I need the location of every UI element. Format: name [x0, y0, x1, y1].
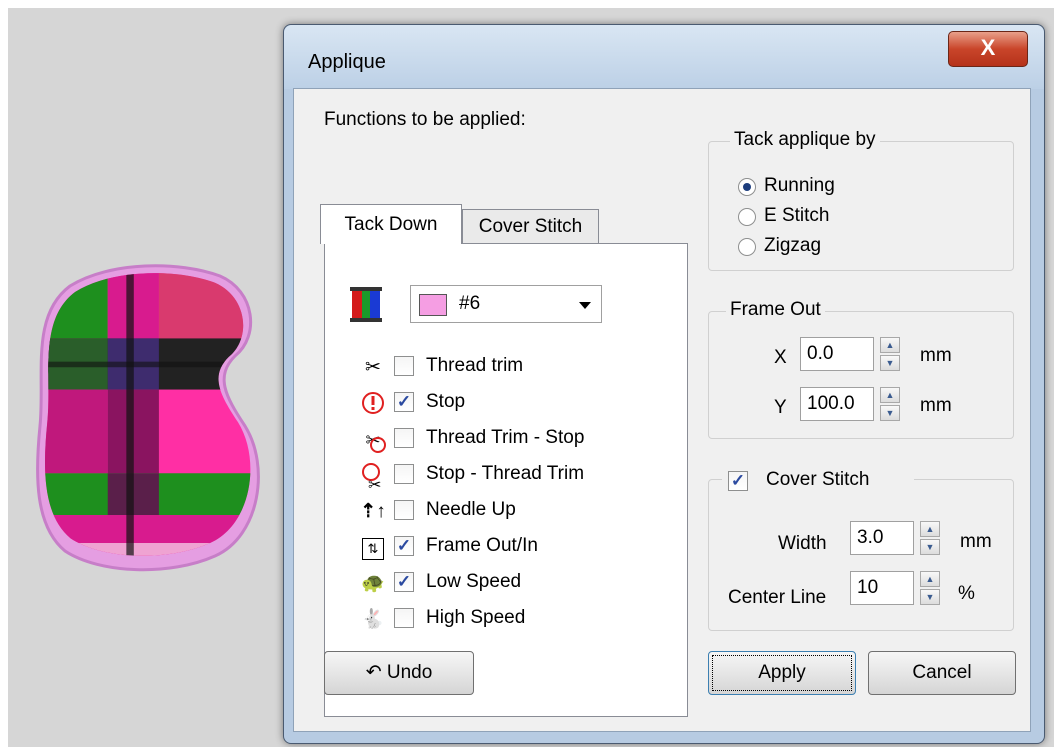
close-icon: X: [980, 35, 996, 60]
frame-out-x-input[interactable]: [800, 337, 874, 371]
spin-up-icon[interactable]: ▲: [920, 521, 940, 537]
width-label: Width: [778, 533, 827, 554]
checkbox-high-speed[interactable]: [394, 608, 414, 628]
spin-up-icon[interactable]: ▲: [920, 571, 940, 587]
function-label: Needle Up: [426, 499, 516, 520]
apply-button[interactable]: Apply: [708, 651, 856, 695]
undo-button[interactable]: ↶ Undo: [324, 651, 474, 695]
needle-up-icon: ⇡↑: [360, 501, 386, 522]
trim-stop-icon: ✂: [360, 427, 386, 453]
center-line-input[interactable]: [850, 571, 914, 605]
spin-up-icon[interactable]: ▲: [880, 387, 900, 403]
function-label: High Speed: [426, 607, 526, 628]
center-line-spinner[interactable]: ▲ ▼: [920, 571, 940, 605]
stop-icon: [360, 391, 386, 417]
frame-out-y-unit: mm: [920, 395, 952, 416]
applique-design[interactable]: [30, 256, 262, 578]
dialog-client-area: Functions to be applied: Tack Down Cover…: [293, 88, 1031, 732]
tack-applique-title: Tack applique by: [730, 129, 880, 151]
function-label: Thread Trim - Stop: [426, 427, 585, 448]
function-label: Low Speed: [426, 571, 522, 592]
frame-out-y-spinner[interactable]: ▲ ▼: [880, 387, 900, 421]
checkbox-stop[interactable]: ✓: [394, 392, 414, 412]
frame-out-y-input[interactable]: [800, 387, 874, 421]
stop-trim-icon: ✂: [360, 463, 386, 494]
width-unit: mm: [960, 531, 992, 552]
spin-down-icon[interactable]: ▼: [880, 355, 900, 371]
frame-out-x-spinner[interactable]: ▲ ▼: [880, 337, 900, 371]
close-button[interactable]: X: [948, 31, 1028, 67]
color-select[interactable]: #6: [410, 285, 602, 323]
tab-cover-stitch[interactable]: Cover Stitch: [462, 209, 599, 243]
color-swatch: [419, 294, 447, 316]
high-speed-icon: 🐇: [361, 609, 385, 630]
checkbox-thread-trim-stop[interactable]: [394, 428, 414, 448]
width-spinner[interactable]: ▲ ▼: [920, 521, 940, 555]
tab-cover-stitch-label: Cover Stitch: [478, 216, 583, 237]
cancel-label: Cancel: [912, 662, 972, 683]
low-speed-icon: 🐢: [361, 573, 385, 594]
undo-icon: ↶: [365, 662, 382, 683]
frame-out-title: Frame Out: [726, 299, 825, 321]
function-label: Stop - Thread Trim: [426, 463, 585, 484]
thread-color-icon: [350, 287, 382, 322]
title-bar[interactable]: Applique X: [284, 25, 1044, 89]
checkbox-frame-out-in[interactable]: ✓: [394, 536, 414, 556]
scissors-icon: ✂: [365, 357, 381, 378]
checkbox-needle-up[interactable]: [394, 500, 414, 520]
cover-stitch-label: Cover Stitch: [766, 469, 870, 490]
undo-label: Undo: [386, 662, 433, 683]
radio-running-dot[interactable]: [738, 178, 756, 196]
spin-up-icon[interactable]: ▲: [880, 337, 900, 353]
function-label: Thread trim: [426, 355, 524, 376]
tab-tack-down-label: Tack Down: [344, 214, 438, 235]
frame-out-x-unit: mm: [920, 345, 952, 366]
center-line-unit: %: [958, 583, 975, 604]
function-label: Stop: [426, 391, 466, 412]
checkbox-thread-trim[interactable]: [394, 356, 414, 376]
checkbox-cover-stitch[interactable]: ✓: [728, 471, 748, 491]
spin-down-icon[interactable]: ▼: [920, 539, 940, 555]
color-select-value: #6: [459, 293, 481, 314]
radio-zigzag-dot[interactable]: [738, 238, 756, 256]
spin-down-icon[interactable]: ▼: [920, 589, 940, 605]
chevron-down-icon: [579, 302, 591, 309]
spin-down-icon[interactable]: ▼: [880, 405, 900, 421]
functions-label: Functions to be applied:: [324, 109, 526, 130]
radio-running-label: Running: [764, 175, 835, 196]
radio-zigzag-label: Zigzag: [764, 235, 822, 256]
apply-label: Apply: [758, 662, 806, 683]
radio-running[interactable]: Running: [738, 175, 938, 201]
function-label: Frame Out/In: [426, 535, 538, 556]
checkbox-stop-thread-trim[interactable]: [394, 464, 414, 484]
width-input[interactable]: [850, 521, 914, 555]
dialog-title: Applique: [308, 51, 386, 73]
checkbox-low-speed[interactable]: ✓: [394, 572, 414, 592]
tab-tack-down[interactable]: Tack Down: [320, 204, 462, 244]
radio-zigzag[interactable]: Zigzag: [738, 235, 938, 261]
radio-e-stitch-label: E Stitch: [764, 205, 830, 226]
radio-e-stitch[interactable]: E Stitch: [738, 205, 938, 231]
frame-out-x-label: X: [774, 347, 787, 368]
frame-out-y-label: Y: [774, 397, 787, 418]
frame-out-in-icon: ⇅: [360, 535, 386, 561]
cancel-button[interactable]: Cancel: [868, 651, 1016, 695]
center-line-label: Center Line: [728, 587, 827, 608]
radio-e-stitch-dot[interactable]: [738, 208, 756, 226]
cover-stitch-toggle[interactable]: ✓ Cover Stitch: [722, 467, 914, 495]
